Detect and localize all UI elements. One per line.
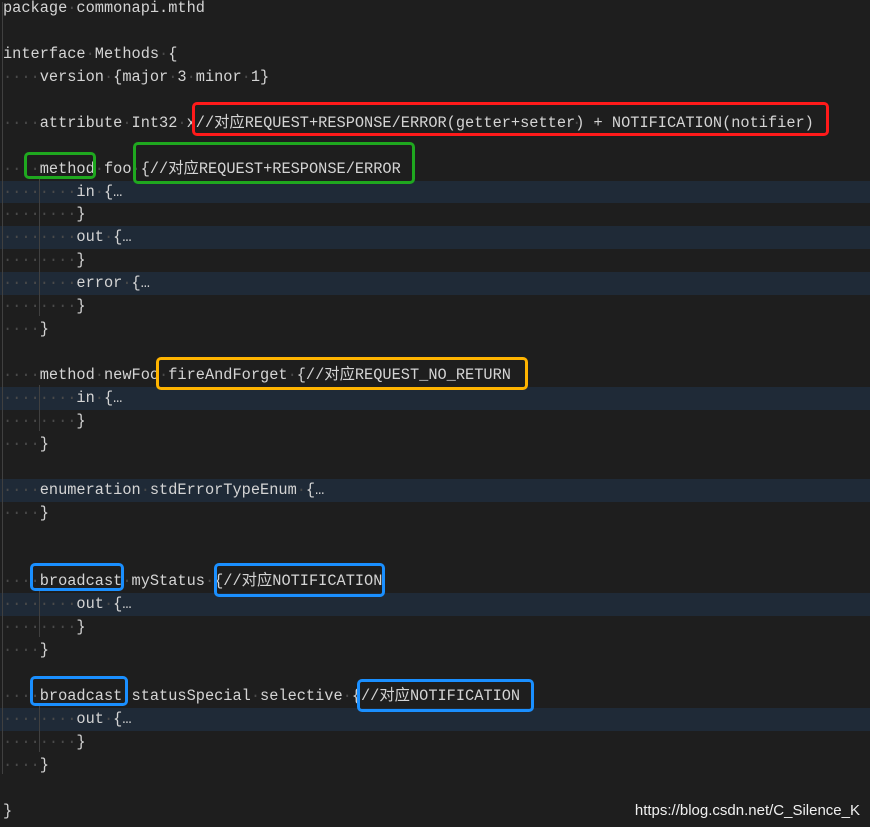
code-line[interactable]: ···· · · · broadcast statusSpecial selec… (0, 685, 870, 708)
code-line-text: attribute Int32 x//对应REQUEST+RESPONSE/ER… (3, 113, 814, 132)
code-line[interactable] (0, 341, 870, 364)
code-line-text: broadcast statusSpecial selective {//对应N… (3, 687, 521, 706)
code-line-text: } (3, 801, 13, 820)
code-line-text: in {… (3, 182, 123, 201)
folded-code-line[interactable]: ········ · out {… (0, 593, 870, 617)
code-line-text: out {… (3, 710, 132, 729)
indent-guide (39, 385, 40, 431)
folded-code-line[interactable]: ········ · out {… (0, 708, 870, 731)
code-line-text: } (3, 320, 49, 339)
code-line-text: } (3, 618, 86, 637)
folded-code-line[interactable]: ···· · · enumeration stdErrorTypeEnum {… (0, 478, 870, 502)
watermark: https://blog.csdn.net/C_Silence_K (634, 802, 860, 819)
code-line-text: method foo {//对应REQUEST+RESPONSE/ERROR (3, 159, 401, 178)
code-line-text: } (3, 297, 86, 316)
indent-guide (39, 591, 40, 637)
code-line-text: out {… (3, 228, 132, 247)
code-line[interactable]: ········ } (0, 249, 870, 272)
code-line[interactable] (0, 135, 870, 158)
code-line-text: package commonapi.mthd (3, 0, 205, 17)
code-line-text: enumeration stdErrorTypeEnum {… (3, 480, 325, 499)
code-line[interactable] (0, 456, 870, 479)
code-line[interactable]: ········ } (0, 616, 870, 639)
code-line[interactable]: ········ } (0, 203, 870, 226)
code-line-text: error {… (3, 274, 150, 293)
code-line[interactable]: ···· · · · method newFoo fireAndForget {… (0, 364, 870, 387)
code-line[interactable]: ···· } (0, 318, 870, 341)
code-line[interactable]: ···· } (0, 754, 870, 777)
indent-guide (39, 706, 40, 752)
code-line[interactable]: · · interface Methods { (0, 43, 870, 66)
code-line[interactable]: ···· · · · · attribute Int32 x//对应REQUES… (0, 112, 870, 135)
code-line[interactable]: ···· · · broadcast myStatus {//对应NOTIFIC… (0, 570, 870, 593)
code-line[interactable]: · package commonapi.mthd (0, 0, 870, 20)
code-line[interactable] (0, 548, 870, 571)
code-line[interactable] (0, 89, 870, 112)
code-line-text: } (3, 641, 49, 660)
code-line[interactable]: ···· · · · · version {major 3 minor 1} (0, 66, 870, 89)
code-line-text: } (3, 205, 86, 224)
indent-guide (2, 2, 3, 774)
code-line[interactable] (0, 525, 870, 548)
code-editor[interactable]: · package commonapi.mthd · · interface M… (0, 0, 870, 823)
code-line-text: } (3, 755, 49, 774)
folded-code-line[interactable]: ········ · in {… (0, 180, 870, 204)
code-line-text: } (3, 503, 49, 522)
code-line-text: broadcast myStatus {//对应NOTIFICATION (3, 572, 383, 591)
code-line[interactable]: ···· } (0, 433, 870, 456)
code-line-text: } (3, 434, 49, 453)
code-line-text: interface Methods { (3, 44, 178, 63)
code-line[interactable]: ········ } (0, 295, 870, 318)
code-line[interactable] (0, 662, 870, 685)
code-line-text: version {major 3 minor 1} (3, 67, 270, 86)
code-line[interactable] (0, 20, 870, 43)
code-line-text: } (3, 411, 86, 430)
code-line[interactable]: ···· · · method foo {//对应REQUEST+RESPONS… (0, 158, 870, 181)
code-line[interactable]: ···· } (0, 502, 870, 525)
folded-code-line[interactable]: ········ · out {… (0, 226, 870, 250)
code-line-text: method newFoo fireAndForget {//对应REQUEST… (3, 366, 511, 384)
folded-code-line[interactable]: ········ · error {… (0, 272, 870, 296)
code-line[interactable] (0, 777, 870, 800)
code-line-text: in {… (3, 388, 123, 407)
code-line-text: } (3, 733, 86, 751)
indent-guide (39, 178, 40, 316)
code-line[interactable]: ···· } (0, 639, 870, 662)
code-line-text: } (3, 251, 86, 270)
folded-code-line[interactable]: ········ · in {… (0, 386, 870, 410)
code-line[interactable]: ········ } (0, 410, 870, 433)
code-line[interactable]: ········ } (0, 731, 870, 754)
code-line-text: out {… (3, 595, 132, 614)
